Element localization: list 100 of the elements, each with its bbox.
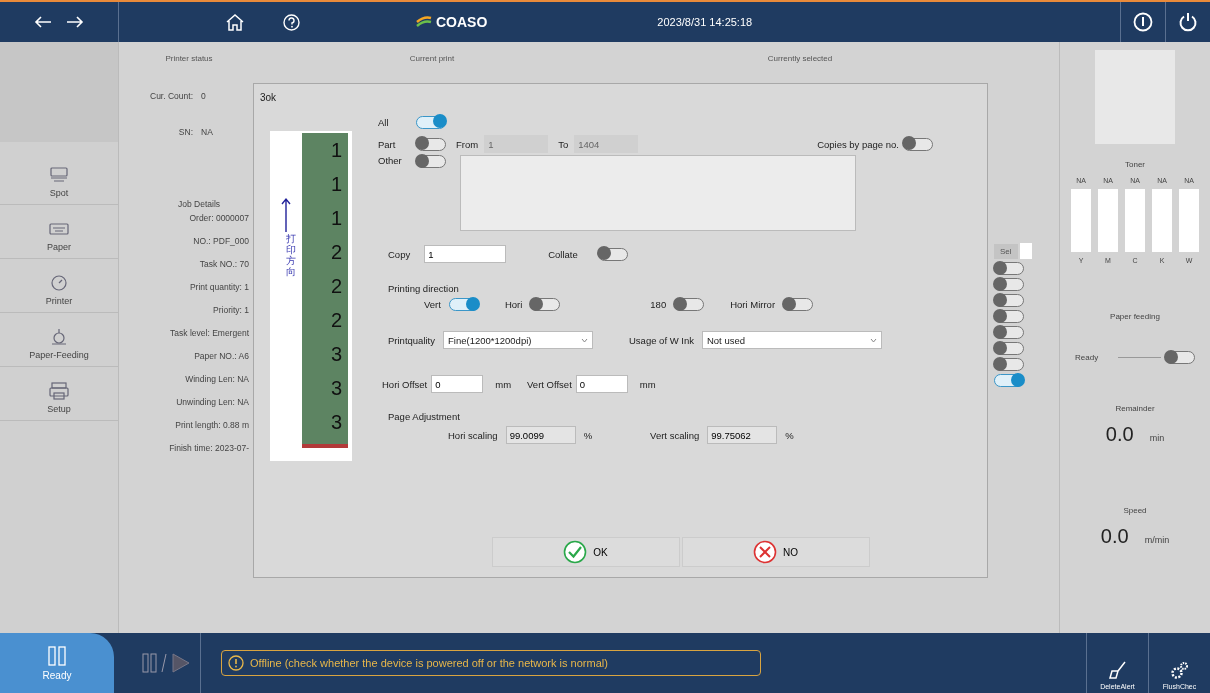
job-detail-text: Priority: 1 xyxy=(213,305,249,315)
print-quality-dropdown[interactable]: Fine(1200*1200dpi) xyxy=(443,331,593,349)
field-value: NA xyxy=(201,127,213,137)
ok-button[interactable]: OK xyxy=(491,537,680,567)
group-title: Printing direction xyxy=(388,283,460,294)
broom-icon xyxy=(1108,661,1127,679)
field-label: Printquality xyxy=(388,334,435,346)
job-detail-text: Print quantity: 1 xyxy=(189,282,249,292)
page-number: 1 xyxy=(330,172,342,197)
unit-label: min xyxy=(1149,433,1165,443)
toggle-switch[interactable] xyxy=(416,155,446,168)
sidebar-item[interactable]: Setup xyxy=(0,376,118,421)
field-label: Vert scaling xyxy=(650,429,700,441)
job-detail-text: Winding Len: NA xyxy=(185,374,249,384)
toner-bar xyxy=(1179,189,1199,252)
toggle-switch[interactable] xyxy=(994,294,1024,307)
toggle-switch[interactable] xyxy=(1165,351,1195,364)
vert-offset-field[interactable]: 0 xyxy=(575,375,628,393)
forward-arrow-icon[interactable] xyxy=(66,15,84,29)
collate-label: Collate xyxy=(548,248,578,260)
printer-icon xyxy=(49,166,69,184)
page-number: 3 xyxy=(330,342,342,367)
warning-icon xyxy=(228,655,244,671)
job-detail-text: Finish time: 2023-07- xyxy=(169,443,249,453)
toner-bar xyxy=(1152,189,1172,252)
job-detail-text: Order: 0000007 xyxy=(189,213,249,223)
vert-scaling-field[interactable]: 99.75062 xyxy=(707,426,778,444)
toner-bar xyxy=(1125,189,1145,252)
job-details-title: Job Details xyxy=(177,199,221,209)
page-number: 3 xyxy=(330,410,342,435)
page-number: 1 xyxy=(330,138,342,163)
job-detail-text: Print length: 0.88 m xyxy=(175,420,249,430)
speed-title: Speed xyxy=(1123,506,1147,515)
toggle-switch[interactable] xyxy=(994,358,1024,371)
dialog-title: 3ok xyxy=(259,91,278,105)
cancel-button[interactable]: NO xyxy=(681,537,870,567)
toner-bar xyxy=(1071,189,1091,252)
from-label: From xyxy=(456,138,479,150)
select-header: Sel xyxy=(994,243,1018,259)
chevron-down-icon xyxy=(581,337,588,343)
toggle-switch[interactable] xyxy=(597,247,628,261)
hori-offset-field[interactable]: 0 xyxy=(431,375,484,393)
option-label: Other xyxy=(378,155,403,166)
toggle-switch[interactable] xyxy=(674,298,705,311)
job-detail-text: Task level: Emergent xyxy=(170,328,249,338)
back-arrow-icon[interactable] xyxy=(34,15,52,29)
brand-logo: COASO xyxy=(436,14,488,30)
unit-label: % xyxy=(785,429,794,441)
column-header: Currently selected xyxy=(767,54,833,65)
printer-icon xyxy=(49,382,69,400)
keyboard-icon xyxy=(49,220,69,238)
toggle-switch[interactable] xyxy=(994,310,1024,323)
page-number: 2 xyxy=(330,240,342,265)
help-icon[interactable] xyxy=(283,13,300,31)
power-icon[interactable] xyxy=(1178,12,1198,32)
field-label: Vert Offset xyxy=(527,378,572,390)
toggle-switch[interactable] xyxy=(416,137,446,151)
toggle-switch[interactable] xyxy=(903,137,933,151)
option-label: Hori Mirror xyxy=(730,299,776,310)
page-number: 1 xyxy=(330,206,342,231)
job-detail-text: NO.: PDF_000 xyxy=(193,236,249,246)
sidebar-item[interactable]: Printer xyxy=(0,268,118,313)
page-number: 3 xyxy=(330,376,342,401)
toggle-switch[interactable] xyxy=(994,278,1024,291)
copy-label: Copy xyxy=(388,248,411,260)
sidebar-item[interactable]: Spot xyxy=(0,160,118,205)
w-ink-dropdown[interactable]: Not used xyxy=(701,331,882,349)
home-icon[interactable] xyxy=(225,13,245,31)
field-label: SN: xyxy=(177,127,193,137)
speed-value: 0.0 xyxy=(1100,525,1129,548)
toner-title: Toner xyxy=(1125,160,1145,169)
toggle-switch[interactable] xyxy=(994,326,1024,339)
info-icon[interactable] xyxy=(1133,12,1153,32)
hori-scaling-field[interactable]: 99.0099 xyxy=(505,426,576,444)
select-checkbox[interactable] xyxy=(1019,243,1032,259)
toggle-switch[interactable] xyxy=(994,262,1024,275)
sidebar-item[interactable]: Paper-Feeding xyxy=(0,322,118,367)
toggle-switch[interactable] xyxy=(994,374,1024,387)
copy-field[interactable]: 1 xyxy=(424,245,507,263)
remainder-title: Remainder xyxy=(1115,404,1155,413)
job-detail-text: Task NO.: 70 xyxy=(199,259,249,269)
unit-label: mm xyxy=(639,378,656,390)
roller-icon xyxy=(49,328,69,346)
toggle-switch[interactable] xyxy=(416,115,446,129)
toggle-switch[interactable] xyxy=(530,298,561,311)
toggle-switch[interactable] xyxy=(994,342,1024,355)
gears-icon xyxy=(1169,661,1190,679)
pause-icon xyxy=(46,645,68,666)
job-detail-text: Unwinding Len: NA xyxy=(176,397,249,407)
unit-label: mm xyxy=(495,378,512,390)
toggle-switch[interactable] xyxy=(448,298,479,311)
option-label: 180 xyxy=(650,299,667,310)
toggle-switch[interactable] xyxy=(783,298,814,311)
check-circle-icon xyxy=(563,540,588,564)
option-label: Copies by page no. xyxy=(817,138,899,150)
datetime-text: 2023/8/31 14:25:18 xyxy=(657,16,753,28)
direction-label: 打印方向 xyxy=(286,233,296,277)
sidebar-item[interactable]: Paper xyxy=(0,214,118,259)
page-number: 2 xyxy=(330,308,342,333)
feeding-status-label: Ready xyxy=(1075,353,1099,362)
